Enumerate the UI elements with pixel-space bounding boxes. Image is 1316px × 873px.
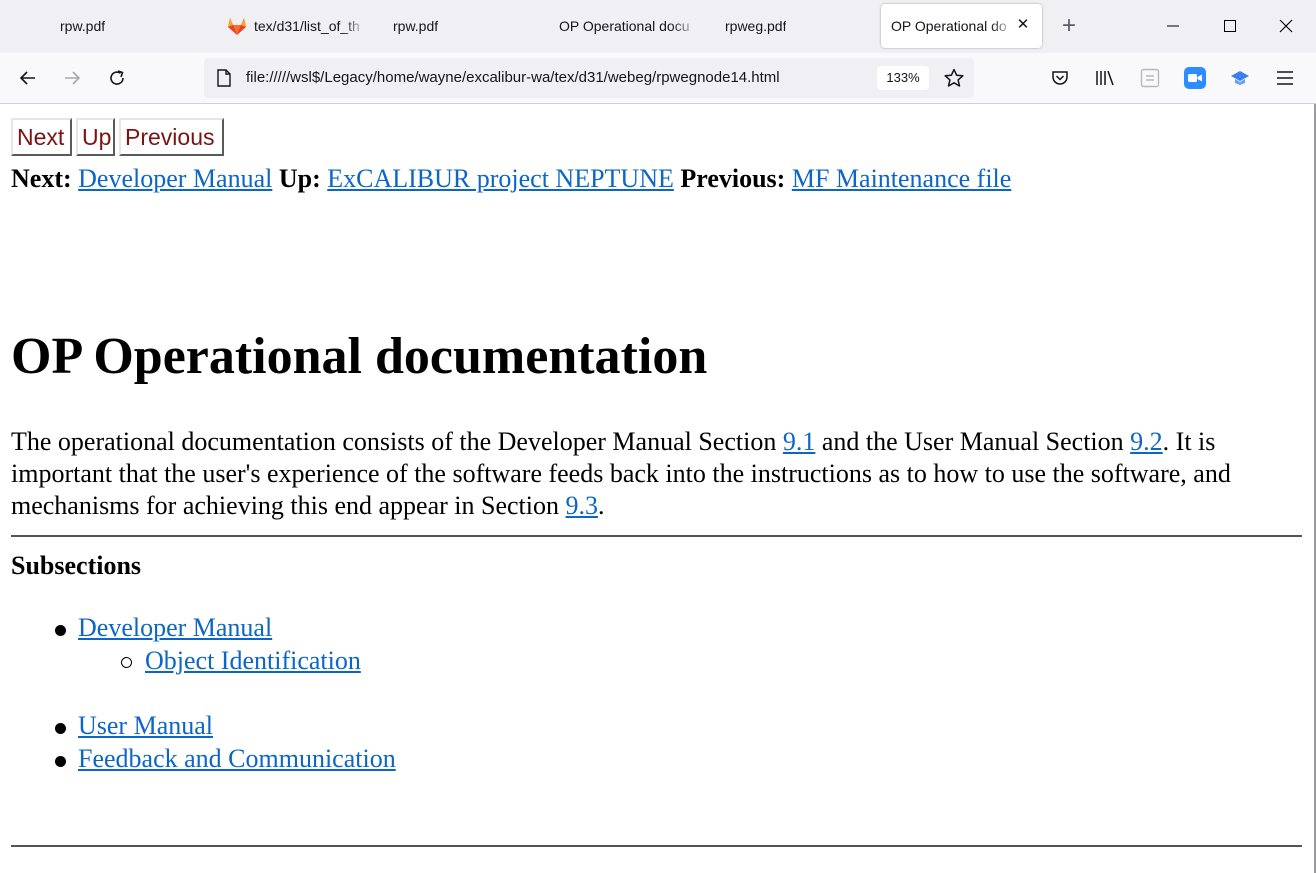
up-image-button[interactable]: Up: [76, 118, 115, 156]
subsections-heading: Subsections: [11, 551, 142, 580]
tab-strip: rpw.pdf tex/d31/list_of_th rpw.pdf OP Op…: [0, 0, 1316, 53]
para-text-1: The operational documentation consists o…: [11, 427, 783, 456]
tab-op-operational-active[interactable]: OP Operational do ✕: [881, 4, 1042, 48]
intro-paragraph: The operational documentation consists o…: [11, 426, 1301, 522]
para-text-2: and the User Manual Section: [815, 427, 1131, 456]
divider-top: [11, 535, 1302, 537]
next-link[interactable]: Developer Manual: [78, 164, 272, 193]
section-9-2-link[interactable]: 9.2: [1130, 427, 1163, 456]
zoom-level-button[interactable]: 133%: [877, 66, 929, 90]
maximize-icon: [1224, 20, 1236, 32]
pocket-icon: [1052, 71, 1068, 85]
new-tab-button[interactable]: +: [1056, 14, 1082, 40]
reload-icon: [110, 70, 124, 85]
library-icon: [1096, 70, 1114, 86]
section-9-3-link[interactable]: 9.3: [566, 491, 599, 520]
extension-icon: [1140, 68, 1160, 88]
back-arrow-icon: [19, 71, 35, 85]
nav-image-buttons: Next Up Previous: [11, 118, 224, 156]
pocket-button[interactable]: [1044, 62, 1076, 94]
previous-image-button[interactable]: Previous: [119, 118, 224, 156]
page-content: Next Up Previous Next: Developer Manual …: [0, 104, 1316, 873]
maximize-button[interactable]: [1207, 8, 1253, 44]
page-icon: [217, 69, 231, 92]
bullet-icon: [55, 756, 66, 767]
navigation-toolbar: file://///wsl$/Legacy/home/wayne/excalib…: [0, 53, 1316, 104]
tab-op-operational-1[interactable]: OP Operational docu: [546, 4, 702, 48]
bullet-icon: [55, 625, 66, 636]
tab-rpw-pdf-1[interactable]: rpw.pdf: [48, 4, 198, 48]
zoom-video-icon: [1184, 67, 1206, 89]
subsection-feedback-link[interactable]: Feedback and Communication: [78, 744, 396, 774]
close-icon: [1279, 19, 1293, 33]
tab-rpw-pdf-2[interactable]: rpw.pdf: [380, 4, 530, 48]
close-tab-icon[interactable]: ✕: [1014, 16, 1032, 34]
minimize-button[interactable]: [1150, 8, 1196, 44]
forward-arrow-icon: [65, 71, 81, 85]
up-link[interactable]: ExCALIBUR project NEPTUNE: [327, 164, 674, 193]
zoom-meeting-button[interactable]: [1179, 62, 1211, 94]
close-window-button[interactable]: [1263, 8, 1309, 44]
up-label: Up:: [278, 164, 321, 193]
extension-button-2[interactable]: [1224, 62, 1256, 94]
app-menu-button[interactable]: [1269, 62, 1301, 94]
hamburger-menu-icon: [1277, 71, 1293, 85]
para-text-4: .: [598, 491, 605, 520]
bullet-icon: [55, 723, 66, 734]
section-9-1-link[interactable]: 9.1: [783, 427, 816, 456]
page-title: OP Operational documentation: [11, 328, 708, 385]
extension-button-1[interactable]: [1134, 62, 1166, 94]
minimize-icon: [1167, 25, 1179, 27]
back-button[interactable]: [12, 62, 44, 94]
tab-rpweg-pdf[interactable]: rpweg.pdf: [712, 4, 862, 48]
navigation-text-links: Next: Developer Manual Up: ExCALIBUR pro…: [11, 164, 1011, 194]
bookmark-star-icon[interactable]: [944, 68, 964, 93]
next-label: Next:: [11, 164, 72, 193]
subsection-developer-manual-link[interactable]: Developer Manual: [78, 613, 272, 643]
url-bar[interactable]: file://///wsl$/Legacy/home/wayne/excalib…: [204, 58, 974, 98]
next-image-button[interactable]: Next: [11, 118, 72, 156]
subsection-user-manual-link[interactable]: User Manual: [78, 711, 213, 741]
reload-button[interactable]: [101, 62, 133, 94]
subsection-object-identification-link[interactable]: Object Identification: [145, 646, 361, 676]
previous-link[interactable]: MF Maintenance file: [792, 164, 1012, 193]
forward-button[interactable]: [56, 62, 88, 94]
gitlab-icon: [226, 15, 248, 37]
previous-label: Previous:: [680, 164, 786, 193]
graduation-cap-icon: [1231, 71, 1249, 85]
url-text[interactable]: file://///wsl$/Legacy/home/wayne/excalib…: [246, 69, 866, 86]
divider-bottom: [11, 845, 1302, 847]
circle-bullet-icon: [121, 657, 132, 668]
tab-gitlab-list[interactable]: tex/d31/list_of_th: [216, 4, 366, 48]
library-button[interactable]: [1089, 62, 1121, 94]
